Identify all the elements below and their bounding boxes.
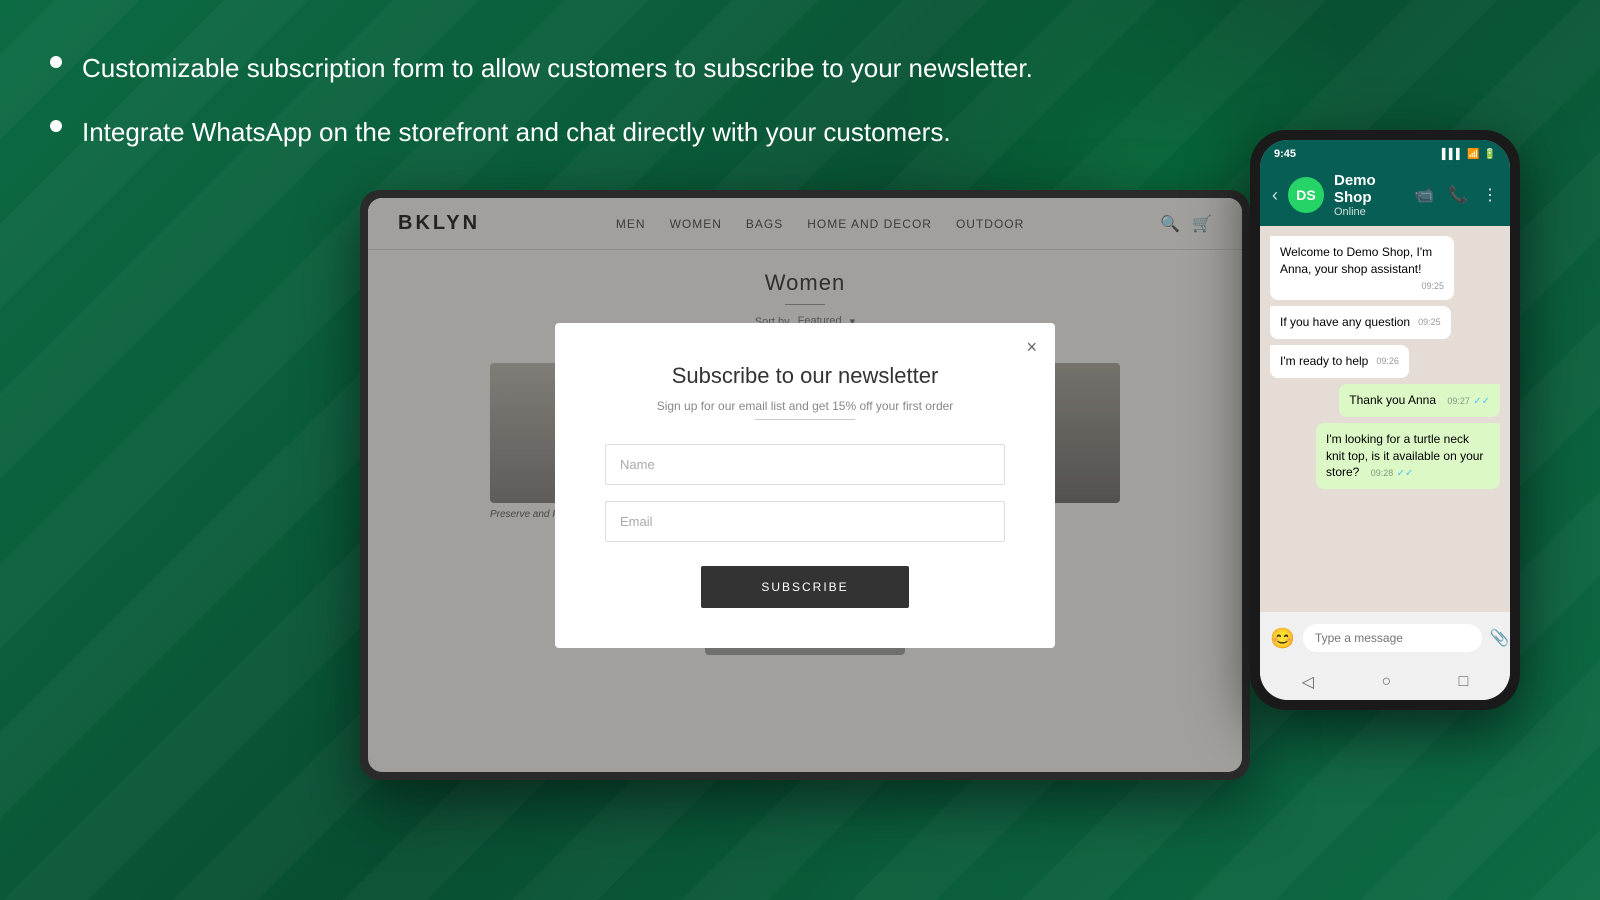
modal-divider (755, 419, 855, 420)
phone-call-icon[interactable]: 📞 (1448, 185, 1468, 205)
phone-mockup: 9:45 ▌▌▌ 📶 🔋 ‹ DS Demo Shop Online 📹 (1250, 130, 1520, 710)
message-4: Thank you Anna 09:27 ✓✓ (1339, 384, 1500, 417)
message-5: I'm looking for a turtle neck knit top, … (1316, 423, 1500, 490)
recents-nav-icon[interactable]: □ (1459, 673, 1469, 691)
email-input[interactable] (605, 501, 1005, 542)
emoji-icon[interactable]: 😊 (1270, 626, 1295, 651)
name-input[interactable] (605, 444, 1005, 485)
message-5-ticks: ✓✓ (1397, 468, 1414, 479)
whatsapp-header: ‹ DS Demo Shop Online 📹 📞 ⋮ (1260, 164, 1510, 226)
bullet-item-1: Customizable subscription form to allow … (50, 50, 1033, 86)
phone-status-icons: ▌▌▌ 📶 🔋 (1442, 149, 1496, 160)
message-5-time: 09:28 (1371, 468, 1394, 478)
back-nav-icon[interactable]: ◁ (1302, 672, 1314, 692)
message-1: Welcome to Demo Shop, I'm Anna, your sho… (1270, 236, 1454, 300)
message-3: I'm ready to help 09:26 (1270, 345, 1409, 378)
paperclip-icon[interactable]: 📎 (1490, 628, 1510, 648)
modal-close-button[interactable]: × (1026, 337, 1037, 358)
tablet-screen: BKLYN MEN WOMEN BAGS HOME AND DECOR OUTD… (368, 198, 1242, 772)
chat-input-bar: 😊 📎 📷 🎤 (1260, 612, 1510, 664)
message-4-time: 09:27 (1447, 396, 1470, 406)
signal-icon: ▌▌▌ (1442, 149, 1463, 160)
back-button[interactable]: ‹ (1272, 185, 1278, 206)
wifi-icon: 📶 (1467, 149, 1479, 160)
message-1-text: Welcome to Demo Shop, I'm Anna, your sho… (1280, 245, 1432, 276)
message-4-text: Thank you Anna (1349, 393, 1436, 407)
message-input[interactable] (1303, 624, 1482, 652)
bullet-text-1: Customizable subscription form to allow … (82, 50, 1033, 86)
message-2-time: 09:25 (1418, 316, 1441, 329)
contact-info: Demo Shop Online (1334, 172, 1404, 218)
message-3-time: 09:26 (1376, 355, 1399, 368)
contact-status: Online (1334, 206, 1404, 218)
bullet-dot-2 (50, 120, 62, 132)
contact-name: Demo Shop (1334, 172, 1404, 206)
phone-time: 9:45 (1274, 148, 1296, 160)
contact-avatar: DS (1288, 177, 1324, 213)
header-action-icons: 📹 📞 ⋮ (1414, 185, 1498, 205)
chat-messages: Welcome to Demo Shop, I'm Anna, your sho… (1260, 226, 1510, 612)
feature-list: Customizable subscription form to allow … (50, 50, 1033, 179)
modal-subtitle: Sign up for our email list and get 15% o… (605, 399, 1005, 413)
battery-icon: 🔋 (1484, 149, 1496, 160)
newsletter-modal: × Subscribe to our newsletter Sign up fo… (555, 323, 1055, 648)
video-call-icon[interactable]: 📹 (1414, 185, 1434, 205)
phone-screen: 9:45 ▌▌▌ 📶 🔋 ‹ DS Demo Shop Online 📹 (1260, 140, 1510, 700)
modal-overlay: × Subscribe to our newsletter Sign up fo… (368, 198, 1242, 772)
phone-status-bar: 9:45 ▌▌▌ 📶 🔋 (1260, 140, 1510, 164)
subscribe-button[interactable]: SUBSCRIBE (701, 566, 908, 608)
message-2-text: If you have any question (1280, 315, 1410, 329)
message-1-time: 09:25 (1421, 280, 1444, 293)
bullet-item-2: Integrate WhatsApp on the storefront and… (50, 114, 1033, 150)
message-3-text: I'm ready to help (1280, 354, 1368, 368)
attachment-icons: 📎 📷 (1490, 628, 1510, 648)
modal-title: Subscribe to our newsletter (605, 363, 1005, 389)
svg-text:DS: DS (1296, 187, 1315, 203)
android-nav: ◁ ○ □ (1260, 664, 1510, 700)
bullet-text-2: Integrate WhatsApp on the storefront and… (82, 114, 951, 150)
tablet-mockup: BKLYN MEN WOMEN BAGS HOME AND DECOR OUTD… (360, 190, 1250, 780)
bullet-dot-1 (50, 56, 62, 68)
more-options-icon[interactable]: ⋮ (1482, 185, 1498, 205)
message-4-ticks: ✓✓ (1473, 396, 1490, 407)
home-nav-icon[interactable]: ○ (1381, 673, 1391, 691)
message-2: If you have any question 09:25 (1270, 306, 1451, 339)
